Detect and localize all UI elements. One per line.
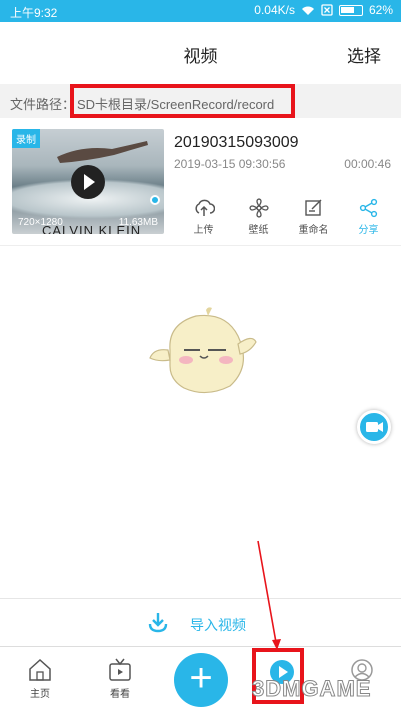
video-name: 20190315093009 <box>174 134 299 151</box>
video-resolution: 720×1280 <box>18 217 63 228</box>
network-speed: 0.04K/s <box>254 3 295 17</box>
wallpaper-button[interactable]: 壁纸 <box>231 198 286 238</box>
floating-record-button[interactable] <box>357 410 391 444</box>
upload-button[interactable]: 上传 <box>176 198 231 238</box>
status-bar: 上午9:32 0.04K/s 62% <box>0 0 401 22</box>
import-video-label: 导入视频 <box>190 617 246 633</box>
status-dot-icon <box>150 195 160 205</box>
header: 视频 选择 <box>0 22 401 82</box>
mascot-illustration <box>149 307 257 394</box>
add-button[interactable]: + <box>174 653 228 707</box>
share-icon <box>359 198 377 218</box>
page-title: 视频 <box>183 47 218 66</box>
tab-watch-label: 看看 <box>110 689 130 700</box>
share-label: 分享 <box>358 225 379 236</box>
home-icon <box>29 658 51 681</box>
file-path-label: 文件路径： <box>10 97 76 112</box>
battery-level: 62% <box>368 3 393 17</box>
status-time: 上午9:32 <box>10 6 58 20</box>
video-duration: 00:00:46 <box>344 157 391 171</box>
video-actions: 上传 壁纸 重命名 分享 <box>176 198 396 238</box>
select-button[interactable]: 选择 <box>347 42 381 67</box>
camera-icon <box>366 422 383 432</box>
recorded-tag: 录制 <box>12 129 40 148</box>
upload-icon <box>194 199 215 216</box>
share-button[interactable]: 分享 <box>341 198 396 238</box>
status-icons: 0.04K/s 62% <box>254 3 393 17</box>
fan-icon <box>248 198 269 218</box>
video-thumbnail[interactable]: 录制 CALVIN KLEIN 720×1280 11.63MB <box>12 129 164 234</box>
download-icon <box>148 613 168 633</box>
watermark-text: 3DMGAME <box>251 676 372 702</box>
import-video-bar[interactable]: 导入视频 <box>0 598 401 646</box>
rename-button[interactable]: 重命名 <box>286 198 341 238</box>
video-list-item[interactable]: 录制 CALVIN KLEIN 720×1280 11.63MB 2019031… <box>0 124 401 246</box>
edit-icon <box>304 199 321 216</box>
tab-watch[interactable]: 看看 <box>90 657 150 700</box>
wallpaper-label: 壁纸 <box>248 225 269 236</box>
diver-figure <box>57 141 148 163</box>
tab-home[interactable]: 主页 <box>10 657 70 700</box>
highlight-box-path <box>70 84 295 118</box>
play-icon[interactable] <box>71 165 105 199</box>
wifi-icon <box>301 6 314 15</box>
sim-off-icon <box>321 4 333 16</box>
video-date: 2019-03-15 09:30:56 <box>174 157 286 171</box>
tv-icon <box>109 658 131 681</box>
rename-label: 重命名 <box>298 225 329 236</box>
battery-icon <box>338 4 363 16</box>
tab-home-label: 主页 <box>30 689 50 700</box>
video-size: 11.63MB <box>118 217 158 228</box>
upload-label: 上传 <box>193 225 214 236</box>
